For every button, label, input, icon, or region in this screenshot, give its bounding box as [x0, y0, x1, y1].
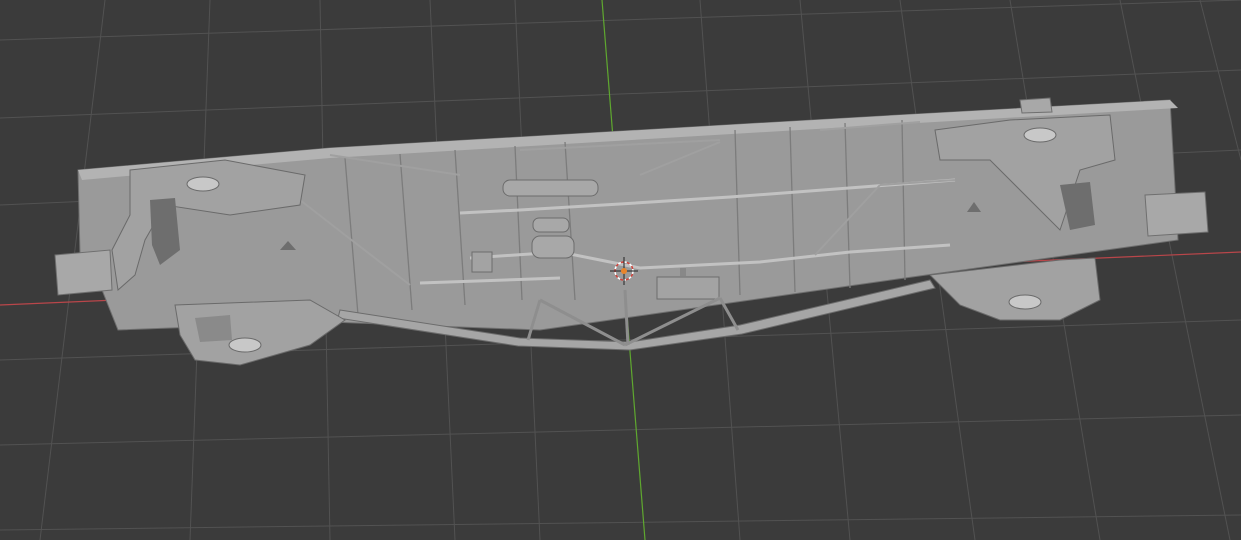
reservoir-tank: [502, 179, 599, 197]
center-sill-block: [656, 276, 720, 300]
aux-reservoir: [531, 235, 575, 259]
origin-point-icon: [621, 268, 627, 274]
valve-box: [471, 251, 493, 273]
3d-viewport[interactable]: [0, 0, 1241, 540]
brake-cylinder: [532, 217, 570, 233]
viewport-canvas[interactable]: [0, 0, 1241, 540]
railcar-underframe-mesh[interactable]: [54, 97, 1209, 366]
